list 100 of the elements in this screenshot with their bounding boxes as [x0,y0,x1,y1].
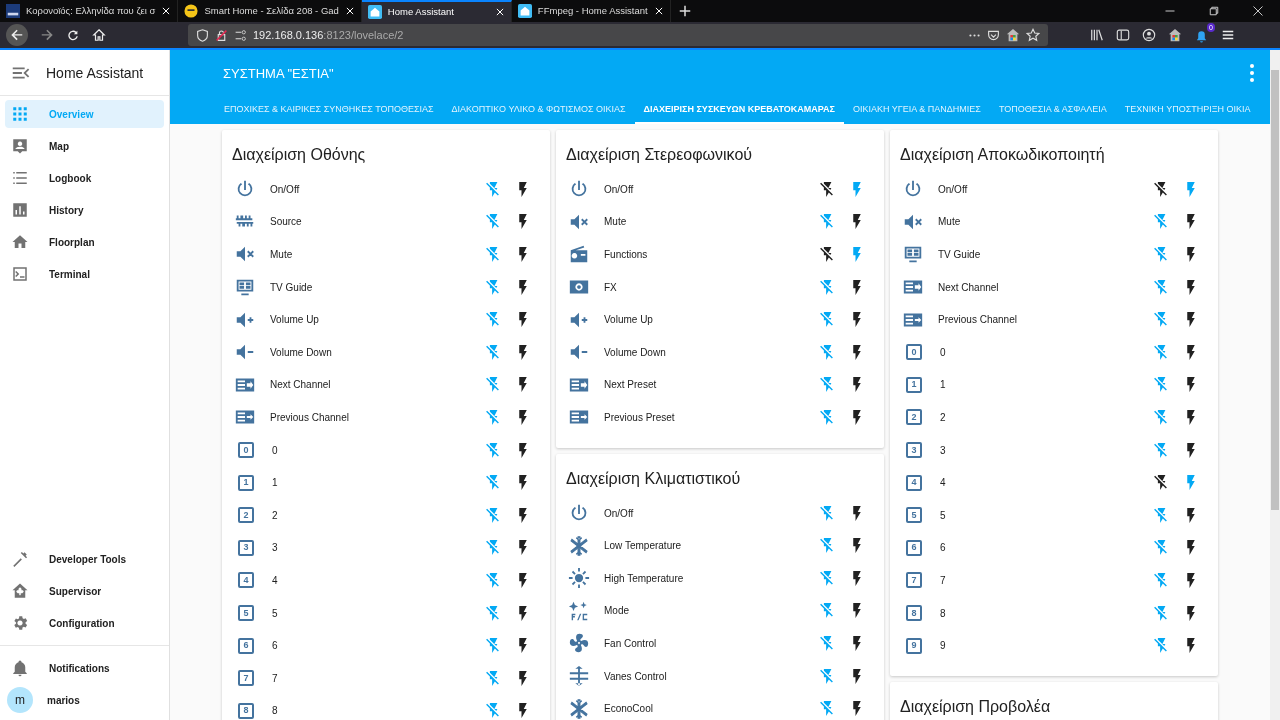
user-avatar[interactable]: m [7,687,33,713]
numeric-box-icon: 4 [238,572,254,589]
card-title: Διαχείριση Στερεοφωνικού [566,146,754,164]
app-title: Home Assistant [46,64,144,81]
close-icon [494,7,505,17]
bookmark-star-icon [1026,28,1040,42]
home-icon [11,233,29,251]
entity-name: 8 [272,705,279,717]
browser-tab[interactable]: Home Assistant [361,0,512,22]
address-bar[interactable]: 192.168.0.136:8123/lovelace/2 [188,24,1048,46]
numeric-box-icon: 5 [906,507,922,524]
entity-name: 4 [940,477,947,489]
chart-icon [11,201,29,219]
card-title: Διαχείριση Αποκωδικοποιητή [900,146,1106,164]
entity-name: 2 [940,411,947,423]
entity-name: Mode [604,605,630,617]
entity-name: 3 [940,444,947,456]
entity-name: Fan Control [604,637,658,649]
close-icon [1252,5,1264,17]
scrollbar[interactable] [1270,50,1280,720]
colorful-house-icon [1168,28,1182,42]
close-icon [161,6,172,16]
entity-name: TV Guide [270,281,314,293]
entity-name: 8 [940,607,947,619]
tab-title: Smart Home - Σελίδα 208 - Gad [204,5,339,17]
supervisor-icon [11,582,29,600]
entity-name: On/Off [938,183,969,195]
numeric-box-icon: 2 [906,409,922,426]
house-favicon-icon [517,4,532,18]
snowflake-icon [568,534,590,557]
numeric-box-icon: 0 [238,442,254,459]
numeric-box-icon: 6 [906,539,922,556]
grid-icon [11,105,29,123]
numeric-box-icon: 1 [906,376,922,393]
shield-icon [196,28,209,42]
list-icon [11,169,29,187]
sidebar-item[interactable]: Terminal [5,260,164,288]
menu-icon [1221,28,1235,42]
entity-name: 3 [272,542,279,554]
back-arrow-icon [10,28,24,42]
entity-name: FX [604,281,618,293]
snowflake-icon [568,697,590,720]
sidebar-item[interactable]: Map [5,132,164,160]
user-name[interactable]: marios [47,694,80,706]
entity-name: 1 [940,379,947,391]
entity-name: On/Off [270,183,301,195]
entity-name: Mute [938,216,962,228]
numeric-box-icon: 9 [906,637,922,654]
bell-icon [11,659,29,677]
numeric-box-icon: 8 [906,605,922,621]
back-button[interactable] [6,24,28,46]
terminal-icon [11,265,29,283]
sidebar-item[interactable]: History [5,196,164,224]
numeric-box-icon: 1 [238,474,254,491]
forward-icon [40,28,54,42]
new-tab-icon [678,5,691,17]
entity-name: Vanes Control [604,670,668,682]
entity-name: Volume Up [270,314,320,326]
tab-title: Home Assistant [387,6,455,18]
smiley-favicon-icon [184,4,199,18]
permissions-icon [234,28,247,42]
home-icon [92,28,106,42]
tab-title: Κορονοϊός: Ελληνίδα που ζει σ [26,5,156,17]
numeric-box-icon: 6 [238,637,254,654]
numeric-box-icon: 8 [238,702,254,719]
entity-name: Functions [604,249,649,260]
numeric-box-icon: 2 [238,507,254,524]
entity-name: Low Temperature [604,540,683,552]
entity-name: 5 [940,509,947,521]
entity-name: 7 [940,574,947,586]
entity-name: Next Channel [938,281,1000,293]
sidebar-item[interactable]: Developer Tools [5,545,164,573]
entity-name: 7 [272,672,279,684]
sidebar-item[interactable]: Notifications [5,654,164,682]
house-favicon-icon [367,5,382,19]
close-icon [653,6,664,16]
numeric-box-icon: 7 [238,670,254,687]
sidebar-item[interactable]: Logbook [5,164,164,192]
entity-name: High Temperature [604,572,685,584]
card-title: Διαχείριση Οθόνης [232,146,367,164]
sidebar-item[interactable]: Supervisor [5,577,164,605]
numeric-box-icon: 3 [238,539,254,556]
numeric-box-icon: 7 [906,572,922,589]
pocket-icon [987,28,1000,42]
entity-name: Mute [604,216,628,228]
map-icon [11,137,29,155]
fan-icon [568,632,590,655]
card-title: Διαχείριση Κλιματιστικού [566,469,742,488]
entity-name: Volume Up [604,314,654,326]
card-title: Διαχείριση Προβολέα [900,697,1052,716]
sidebar-item[interactable]: Configuration [5,609,164,637]
mode-icon [568,599,590,622]
news-favicon-icon [6,4,20,18]
entity-name: 0 [940,346,947,358]
entity-name: 9 [940,640,947,652]
entity-name: Next Channel [270,379,332,391]
entity-name: TV Guide [938,249,982,260]
entity-name: 6 [272,640,279,652]
sidebar-item[interactable]: Floorplan [5,228,164,256]
dashboard-title: ΣΥΣΤΗΜΑ "ΕΣΤΙΑ" [223,65,334,81]
